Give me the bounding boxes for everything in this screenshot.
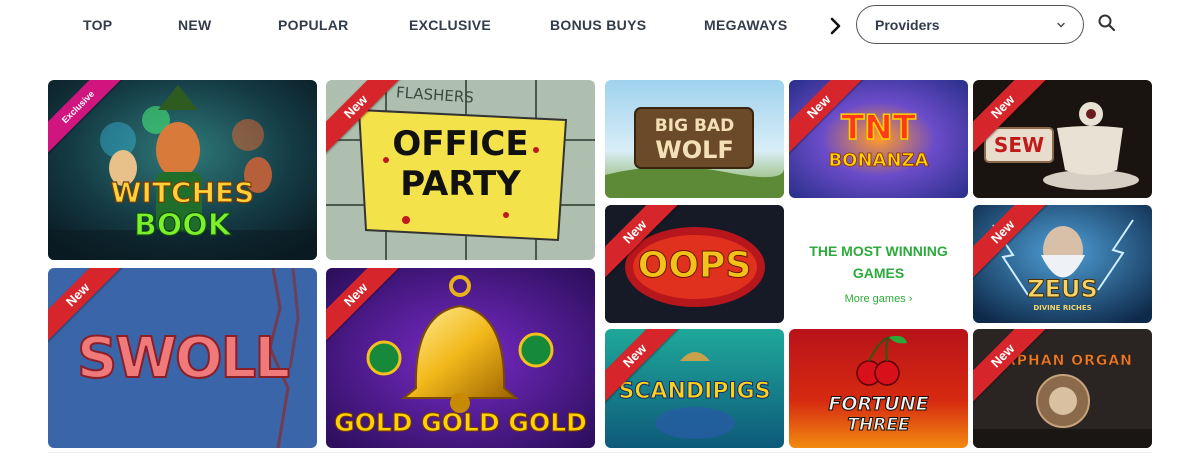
game-tile-swoll[interactable]: SWOLL New [48,268,317,448]
oops-artwork [605,205,784,323]
fortune-three-artwork [789,329,968,448]
nav-tab-top[interactable]: TOP [83,17,112,33]
chevron-down-icon [1057,22,1065,28]
big-bad-wolf-artwork [605,80,784,198]
providers-dropdown[interactable]: Providers [856,5,1084,44]
search-icon[interactable] [1097,13,1117,33]
game-tile-gold-gold-gold[interactable]: GOLD GOLD GOLD New [326,268,595,448]
more-games-link[interactable]: More games › [789,293,968,305]
promo-title-line2: GAMES [852,265,905,281]
bottom-divider [48,452,1152,453]
game-tile-big-bad-wolf[interactable]: BIG BAD WOLF [605,80,784,198]
category-nav: TOP NEW POPULAR EXCLUSIVE BONUS BUYS MEG… [0,0,1200,52]
witches-book-artwork [48,80,317,260]
chevron-right-icon[interactable] [826,14,846,38]
game-tile-sew[interactable]: SEW New [973,80,1152,198]
game-tile-zeus[interactable]: ZEUS DIVINE RICHES New [973,205,1152,323]
game-tile-scandipigs[interactable]: SCANDIPIGS New [605,329,784,448]
nav-tab-new[interactable]: NEW [178,17,212,33]
scandipigs-artwork [605,329,784,448]
sew-artwork [973,80,1152,198]
zeus-artwork [973,205,1152,323]
tnt-bonanza-artwork [789,80,968,198]
providers-label: Providers [875,17,940,33]
swoll-artwork [48,268,317,448]
gold-gold-gold-artwork [326,268,595,448]
promo-title-line1: THE MOST WINNING [809,243,948,259]
game-tile-fortune-three[interactable]: FORTUNE THREE [789,329,968,448]
office-party-artwork [326,80,595,260]
promo-title: THE MOST WINNING GAMES [789,240,968,284]
nav-tab-popular[interactable]: POPULAR [278,17,349,33]
games-page: TOP NEW POPULAR EXCLUSIVE BONUS BUYS MEG… [0,0,1200,456]
orphan-organ-artwork [973,329,1152,448]
game-tile-tnt-bonanza[interactable]: TNT BONANZA New [789,80,968,198]
game-tile-orphan-organ[interactable]: ORPHAN ORGAN New [973,329,1152,448]
game-tile-office-party[interactable]: FLASHERS OFFICE PARTY New [326,80,595,260]
game-tile-oops[interactable]: OOPS New [605,205,784,323]
game-tile-witches-book[interactable]: WITCHES BOOK Exclusive [48,80,317,260]
most-winning-games-promo: THE MOST WINNING GAMES More games › [789,205,968,323]
nav-tab-megaways[interactable]: MEGAWAYS [704,17,788,33]
nav-tab-exclusive[interactable]: EXCLUSIVE [409,17,491,33]
nav-tab-bonus-buys[interactable]: BONUS BUYS [550,17,646,33]
